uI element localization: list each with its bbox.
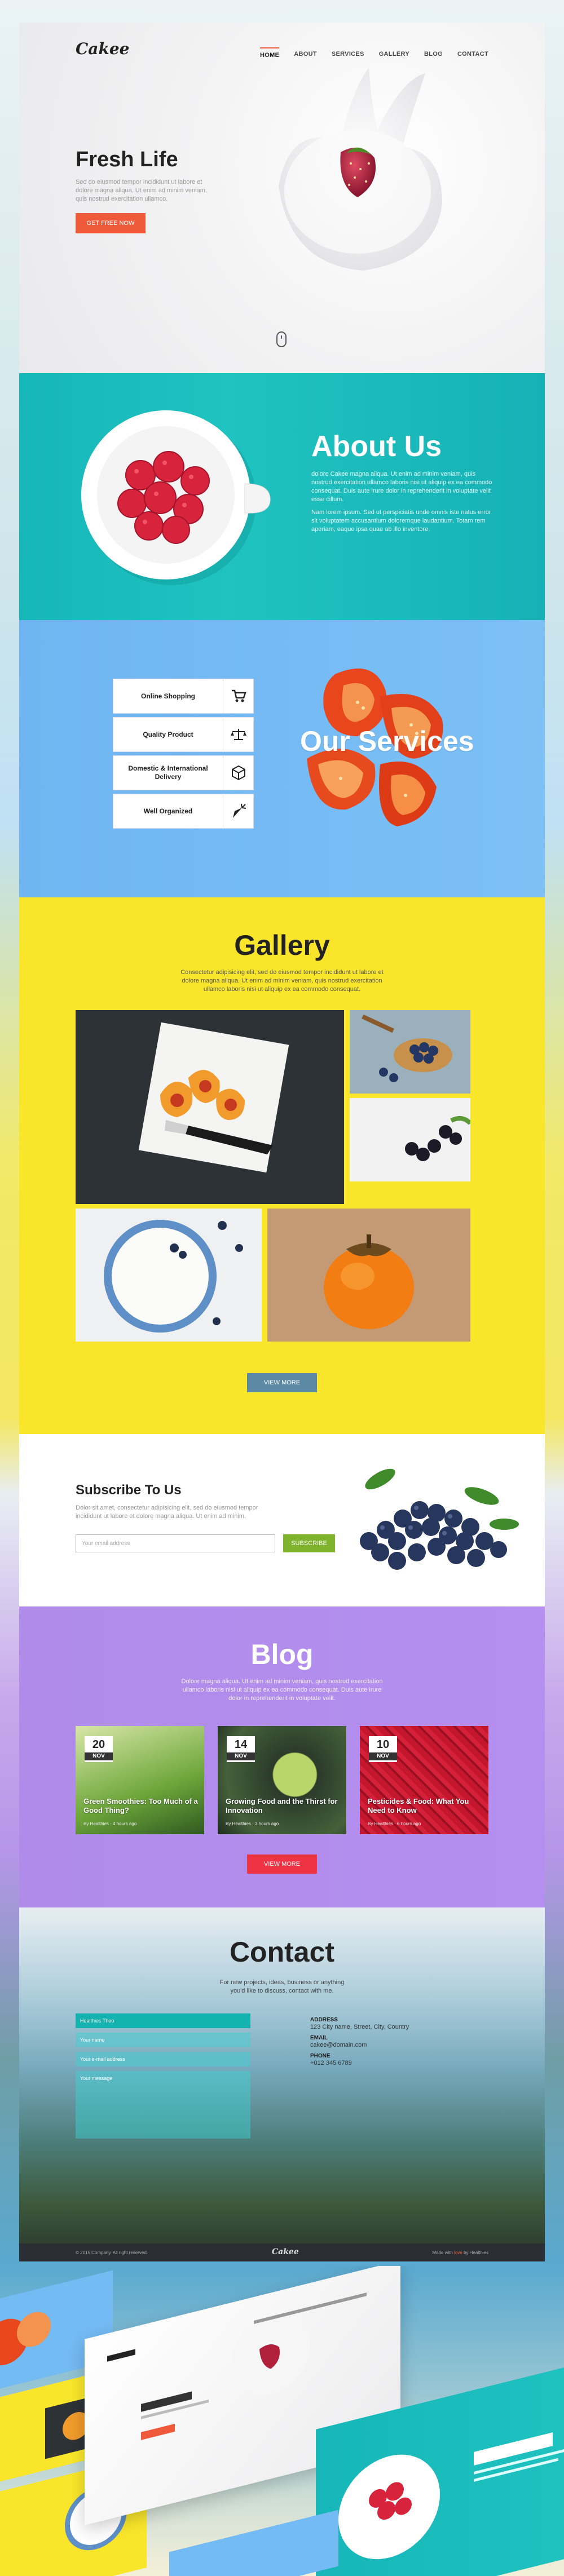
blog-post-1[interactable]: 20 NOV Green Smoothies: Too Much of a Goo… <box>76 1726 204 1834</box>
blog-title: Blog <box>250 1639 314 1670</box>
box-icon <box>223 756 253 790</box>
logo[interactable]: Cakee <box>76 39 129 58</box>
subscribe-section: Subscribe To Us Dolor sit amet, consecte… <box>19 1434 545 1606</box>
perspective-preview <box>0 2266 564 2576</box>
contact-name-field[interactable]: Your name <box>76 2033 250 2047</box>
service-online-shopping[interactable]: Online Shopping <box>113 679 254 714</box>
gallery-view-more-button[interactable]: VIEW MORE <box>247 1373 317 1392</box>
about-title: About Us <box>311 430 442 463</box>
gallery-image-yogurt[interactable] <box>76 1209 262 1342</box>
scale-icon <box>223 718 253 751</box>
post-month: NOV <box>369 1752 397 1760</box>
subscribe-button[interactable]: SUBSCRIBE <box>283 1534 335 1552</box>
carrot-icon <box>223 794 253 828</box>
made-with-prefix: Made with <box>432 2250 453 2255</box>
service-label: Online Shopping <box>141 692 195 700</box>
cart-icon <box>223 679 253 713</box>
contact-name-display[interactable]: Healthies Theo <box>76 2013 250 2028</box>
gallery-text: Consectetur adipisicing elit, sed do eiu… <box>180 969 384 993</box>
nav-contact[interactable]: CONTACT <box>457 47 488 59</box>
service-label: Quality Product <box>143 730 193 738</box>
get-free-button[interactable]: GET FREE NOW <box>76 213 146 233</box>
blog-view-more-button[interactable]: VIEW MORE <box>247 1854 317 1874</box>
service-quality-product[interactable]: Quality Product <box>113 717 254 752</box>
gallery-image-blackberries[interactable] <box>350 1098 470 1181</box>
made-with-suffix: by Healthies <box>463 2250 488 2255</box>
made-with-link[interactable]: love <box>454 2250 462 2255</box>
post-title: Growing Food and the Thirst for Innovati… <box>226 1797 338 1814</box>
post-day: 10 <box>376 1738 390 1751</box>
blog-section: Blog Dolore magna aliqua. Ut enim ad min… <box>19 1606 545 1907</box>
contact-title: Contact <box>229 1936 335 1968</box>
service-label: Domestic & International Delivery <box>128 764 208 781</box>
service-label: Well Organized <box>143 807 193 815</box>
email-value[interactable]: cakee@domain.com <box>310 2041 446 2050</box>
post-date: 10 NOV <box>369 1736 397 1762</box>
raspberry-bowl-image <box>81 410 271 585</box>
blog-text: Dolore magna aliqua. Ut enim ad minim ve… <box>181 1678 383 1702</box>
post-meta: By Healthies · 4 hours ago <box>83 1821 137 1826</box>
about-paragraph-1: dolore Cakee magna aliqua. Ut enim ad mi… <box>311 471 492 503</box>
about-text: dolore Cakee magna aliqua. Ut enim ad mi… <box>311 470 497 534</box>
post-meta: By Healthies · 3 hours ago <box>226 1821 279 1826</box>
post-month: NOV <box>85 1752 113 1760</box>
footer: © 2015 Company. All right reserved. Cake… <box>19 2243 545 2261</box>
post-date: 20 NOV <box>85 1736 113 1762</box>
hero-title: Fresh Life <box>76 148 178 171</box>
scroll-down-icon[interactable] <box>276 331 287 347</box>
subscribe-text: Dolor sit amet, consectetur adipisicing … <box>76 1504 258 1520</box>
gallery-image-persimmon[interactable] <box>267 1209 470 1342</box>
preview-services-card-2 <box>169 2509 338 2576</box>
blog-post-2[interactable]: 14 NOV Growing Food and the Thirst for In… <box>218 1726 346 1834</box>
post-date: 14 NOV <box>227 1736 255 1762</box>
phone-label: PHONE <box>310 2053 331 2059</box>
copyright: © 2015 Company. All right reserved. <box>76 2250 148 2255</box>
post-day: 20 <box>92 1738 105 1751</box>
blueberries-image <box>360 1468 519 1570</box>
hero-section: Cakee HOME ABOUT SERVICES GALLERY BLOG C… <box>19 23 545 373</box>
email-label: EMAIL <box>310 2035 328 2041</box>
gallery-section: Gallery Consectetur adipisicing elit, se… <box>19 897 545 1434</box>
post-meta: By Healthies · 6 hours ago <box>368 1821 421 1826</box>
post-day: 14 <box>234 1738 248 1751</box>
address-label: ADDRESS <box>310 2017 338 2023</box>
about-section: About Us dolore Cakee magna aliqua. Ut e… <box>19 373 545 620</box>
contact-text: For new projects, ideas, business or any… <box>219 1979 345 1994</box>
post-title: Pesticides & Food: What You Need to Know <box>368 1797 469 1814</box>
hero-text: Sed do eiusmod tempor incididunt ut labo… <box>76 179 207 202</box>
footer-logo[interactable]: Cakee <box>272 2247 299 2256</box>
subscribe-title: Subscribe To Us <box>76 1482 182 1498</box>
services-section: Online Shopping Quality Product Domestic… <box>19 620 545 897</box>
post-month: NOV <box>227 1752 255 1760</box>
address-value: 123 City name, Street, City, Country <box>310 2024 409 2030</box>
about-paragraph-2: Nam lorem ipsum. Sed ut perspiciatis und… <box>311 509 491 533</box>
gallery-image-peaches[interactable] <box>76 1010 344 1204</box>
service-delivery[interactable]: Domestic & International Delivery <box>113 755 254 790</box>
contact-info: ADDRESS 123 City name, Street, City, Cou… <box>310 2013 446 2068</box>
services-title: Our Services <box>300 725 474 757</box>
gallery-image-blueberries[interactable] <box>350 1010 470 1094</box>
milk-splash-image <box>279 68 442 271</box>
email-input[interactable]: Your email address <box>76 1534 275 1552</box>
contact-section: Contact For new projects, ideas, busines… <box>19 1907 545 2243</box>
phone-value: +012 345 6789 <box>310 2060 352 2066</box>
made-with-credit: Made with love by Healthies <box>432 2250 488 2255</box>
contact-message-field[interactable]: Your message <box>76 2071 250 2139</box>
contact-email-field[interactable]: Your e-mail address <box>76 2052 250 2066</box>
service-well-organized[interactable]: Well Organized <box>113 794 254 829</box>
gallery-title: Gallery <box>234 930 330 961</box>
post-title: Green Smoothies: Too Much of a Good Thin… <box>83 1797 198 1814</box>
blog-post-3[interactable]: 10 NOV Pesticides & Food: What You Need t… <box>360 1726 488 1834</box>
